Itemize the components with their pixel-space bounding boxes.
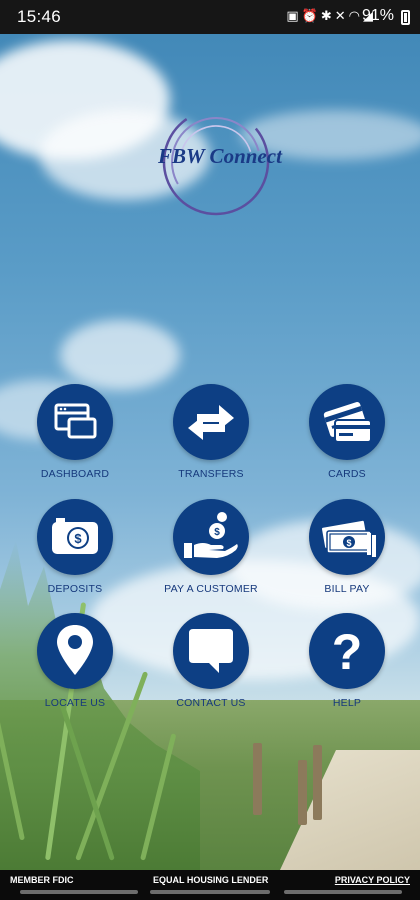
transfers-button[interactable]: TRANSFERS	[146, 384, 276, 494]
transfers-label: TRANSFERS	[178, 468, 244, 480]
fence-post	[313, 745, 322, 820]
nav-handle	[284, 890, 402, 894]
locate-us-label: LOCATE US	[44, 697, 106, 709]
battery-percent: 91%	[361, 7, 394, 24]
bluetooth-icon: ✱	[320, 9, 335, 24]
contact-us-button[interactable]: CONTACT US	[146, 613, 276, 723]
logo-rings-icon	[162, 108, 270, 216]
deposits-label: DEPOSITS	[47, 583, 103, 595]
wifi-icon: ◠	[348, 9, 363, 24]
status-bar: 15:46 ▣⏰✱✕◠◢ 91%	[0, 0, 420, 34]
logo-wordmark: FBW Connect	[158, 144, 282, 168]
alarm-icon: ⏰	[301, 9, 321, 24]
battery-icon	[401, 10, 410, 25]
equal-housing-lender-text: EQUAL HOUSING LENDER	[153, 875, 269, 885]
dashboard-button[interactable]: DASHBOARD	[10, 384, 140, 494]
cards-label: CARDS	[328, 468, 366, 480]
dashboard-window-icon	[37, 384, 113, 460]
privacy-policy-link[interactable]: PRIVACY POLICY	[335, 875, 410, 885]
chat-bubble-icon	[173, 613, 249, 689]
svg-text:$: $	[74, 531, 82, 546]
nav-handle	[150, 890, 270, 894]
help-label: HELP	[332, 697, 362, 709]
pay-a-customer-button[interactable]: $ PAY A CUSTOMER	[146, 499, 276, 609]
nav-handle	[20, 890, 138, 894]
credit-cards-icon	[309, 384, 385, 460]
locate-us-button[interactable]: LOCATE US	[10, 613, 140, 723]
camera-check-deposit-icon: $	[37, 499, 113, 575]
pay-a-customer-label: PAY A CUSTOMER	[164, 583, 258, 595]
member-fdic-text: MEMBER FDIC	[10, 875, 74, 885]
dashboard-label: DASHBOARD	[40, 468, 110, 480]
map-pin-icon	[37, 613, 113, 689]
cards-button[interactable]: CARDS	[282, 384, 412, 494]
question-mark-icon: ?	[309, 613, 385, 689]
svg-text:?: ?	[332, 624, 363, 680]
fence-post	[253, 743, 262, 815]
svg-text:$: $	[214, 527, 220, 538]
fence-post	[298, 760, 307, 825]
app-screen: 15:46 ▣⏰✱✕◠◢ 91% FBW Connect DASHBOARD T…	[0, 0, 420, 900]
status-time: 15:46	[17, 7, 62, 26]
contact-us-label: CONTACT US	[176, 697, 246, 709]
mute-icon: ✕	[334, 9, 349, 24]
deposits-button[interactable]: $ DEPOSITS	[10, 499, 140, 609]
bill-pay-label: BILL PAY	[324, 583, 370, 595]
transfer-arrows-icon	[173, 384, 249, 460]
svg-text:$: $	[346, 538, 351, 548]
cloud	[60, 320, 180, 390]
hand-coins-icon: $	[173, 499, 249, 575]
fbw-connect-logo: FBW Connect	[150, 104, 282, 236]
bill-pay-button[interactable]: $ BILL PAY	[282, 499, 412, 609]
cash-stack-icon: $	[309, 499, 385, 575]
help-button[interactable]: ? HELP	[282, 613, 412, 723]
save-icon: ▣	[286, 9, 302, 24]
footer-bar: MEMBER FDIC EQUAL HOUSING LENDER PRIVACY…	[0, 870, 420, 900]
